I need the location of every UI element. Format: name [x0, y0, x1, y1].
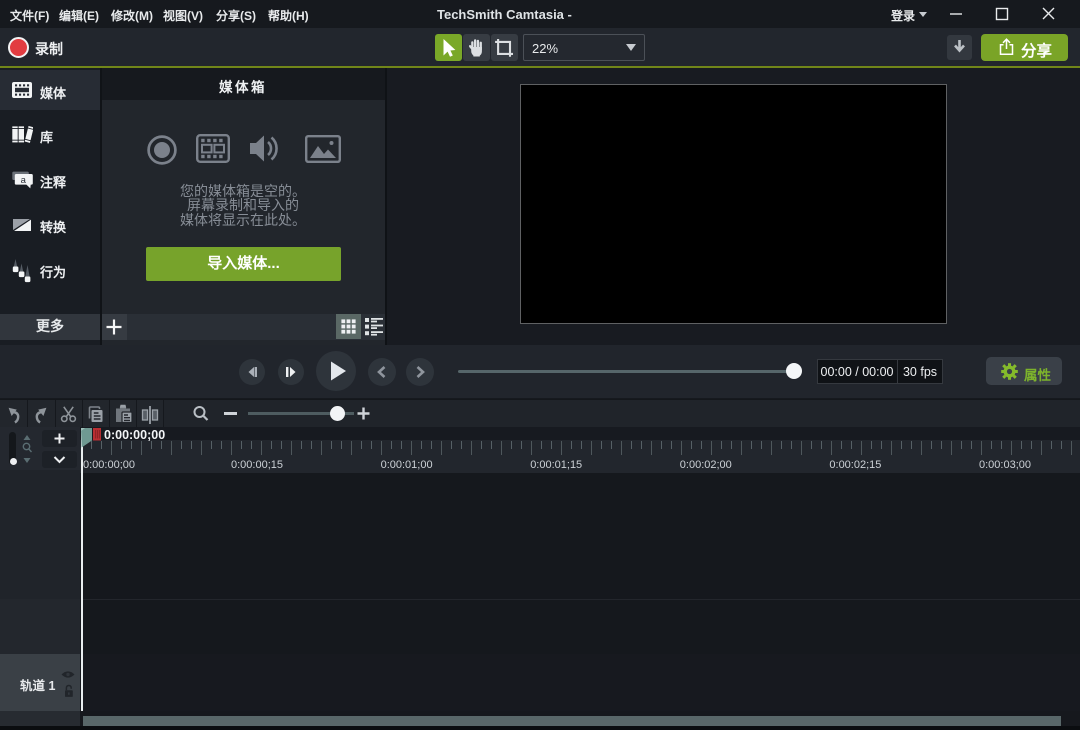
svg-text:a: a [20, 175, 26, 186]
